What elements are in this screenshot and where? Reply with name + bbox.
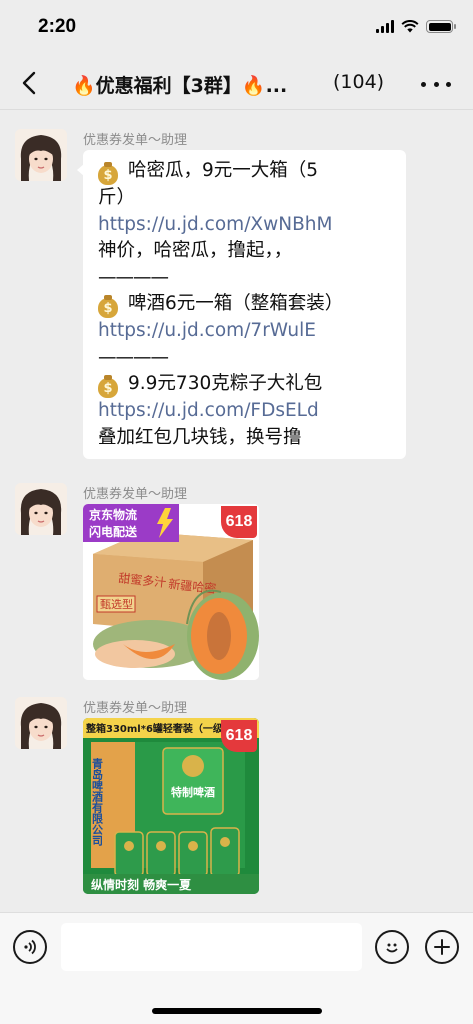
- more-options-button[interactable]: [421, 72, 451, 96]
- more-dot-icon: [446, 81, 451, 87]
- plus-icon: [434, 939, 450, 955]
- line-text: ————: [98, 266, 169, 288]
- money-bag-icon: $: [98, 375, 118, 398]
- status-icons: [376, 20, 456, 33]
- line-text: 神价，哈密瓜，撸起，，: [98, 240, 293, 261]
- avatar-girl-icon: [15, 483, 67, 535]
- status-bar: 2:20: [0, 0, 473, 58]
- product-image-beer[interactable]: 整箱330ml*6罐轻奢装（一级） 青岛啤酒有限公司 特制啤酒 纵情时刻 畅爽一…: [83, 718, 259, 894]
- voice-icon: [24, 939, 36, 955]
- line-text: 9.9元730克粽子大礼包: [128, 373, 323, 394]
- product-image-melon[interactable]: 甜蜜多汁 新疆哈密 甄选型 京东物流 闪电配送 618: [83, 504, 259, 680]
- beer-bottom-text: 纵情时刻 畅爽一夏: [91, 877, 192, 892]
- badge-618: 618: [221, 720, 257, 752]
- chat-nav-bar: 🔥优惠福利【3群】🔥... (104): [0, 58, 473, 110]
- more-dot-icon: [421, 81, 426, 87]
- banner-line-1: 京东物流: [89, 507, 137, 522]
- avatar-girl-icon: [15, 697, 67, 749]
- status-time: 2:20: [38, 16, 77, 37]
- beer-top-text: 整箱330ml*6罐轻奢装（一级）: [85, 722, 233, 735]
- sender-name: 优惠券发单～助理: [83, 133, 188, 148]
- box-label: 甄选型: [100, 597, 133, 611]
- message-line: $ 啤酒6元一箱（整箱套装）: [98, 291, 396, 318]
- line-text: https://u.jd.com/FDsELd: [98, 400, 319, 421]
- more-dot-icon: [433, 81, 439, 87]
- battery-icon: [426, 20, 456, 33]
- message-line: $9.9元730克粽子大礼包: [98, 371, 396, 398]
- message-link[interactable]: https://u.jd.com/XwNBhM: [98, 212, 396, 239]
- wifi-icon: [401, 20, 419, 33]
- line-text: 啤酒6元一箱（整箱套装）: [128, 293, 344, 314]
- badge-618: 618: [221, 506, 257, 538]
- avatar-girl-icon: [15, 129, 67, 181]
- back-button[interactable]: [14, 68, 44, 98]
- group-name: 优惠福利【3群】: [95, 75, 242, 97]
- line-text: 哈密瓜，9元一大箱（5: [128, 160, 319, 181]
- message-line: 斤）: [98, 185, 396, 212]
- money-bag-icon: $: [98, 295, 118, 318]
- message-bubble[interactable]: $ 哈密瓜，9元一大箱（5 斤） https://u.jd.com/XwNBhM 神价，…: [77, 150, 406, 459]
- sender-name: 优惠券发单～助理: [83, 701, 188, 716]
- home-indicator: [152, 1008, 322, 1014]
- avatar[interactable]: [15, 697, 67, 749]
- line-text: https://u.jd.com/7rWulE: [98, 320, 316, 341]
- banner-line-2: 闪电配送: [89, 524, 138, 539]
- voice-button[interactable]: [13, 930, 47, 964]
- chevron-left-icon: [22, 71, 36, 95]
- member-count: (104): [333, 71, 385, 93]
- beer-box-side-text: 青岛啤酒有限公司: [91, 757, 104, 847]
- message-line: $ 哈密瓜，9元一大箱（5: [98, 158, 396, 185]
- separator-line: ————: [98, 265, 396, 292]
- message-input[interactable]: [61, 923, 362, 971]
- cellular-signal-icon: [376, 20, 394, 33]
- avatar[interactable]: [15, 129, 67, 181]
- smiley-icon: [386, 943, 398, 953]
- separator-line: ————: [98, 345, 396, 372]
- line-text: 斤）: [98, 187, 136, 208]
- money-bag-icon: $: [98, 162, 118, 185]
- line-text: ————: [98, 346, 169, 368]
- beer-can-label: 特制啤酒: [171, 785, 215, 799]
- fire-emoji: 🔥: [241, 75, 266, 97]
- message-link[interactable]: https://u.jd.com/FDsELd: [98, 398, 396, 425]
- emoji-button[interactable]: [375, 930, 409, 964]
- fire-emoji: 🔥: [72, 75, 96, 97]
- message-line: 神价，哈密瓜，撸起，，: [98, 238, 396, 265]
- chat-input-bar: [0, 912, 473, 1024]
- more-functions-button[interactable]: [425, 930, 459, 964]
- message-link[interactable]: https://u.jd.com/7rWulE: [98, 318, 396, 345]
- avatar[interactable]: [15, 483, 67, 535]
- chat-title: 🔥优惠福利【3群】🔥...: [72, 71, 287, 98]
- line-text: https://u.jd.com/XwNBhM: [98, 213, 333, 235]
- sender-name: 优惠券发单～助理: [83, 487, 188, 502]
- message-line: 叠加红包几块钱，换号撸: [98, 425, 396, 452]
- title-ellipsis: ...: [265, 75, 288, 97]
- line-text: 叠加红包几块钱，换号撸: [98, 426, 302, 448]
